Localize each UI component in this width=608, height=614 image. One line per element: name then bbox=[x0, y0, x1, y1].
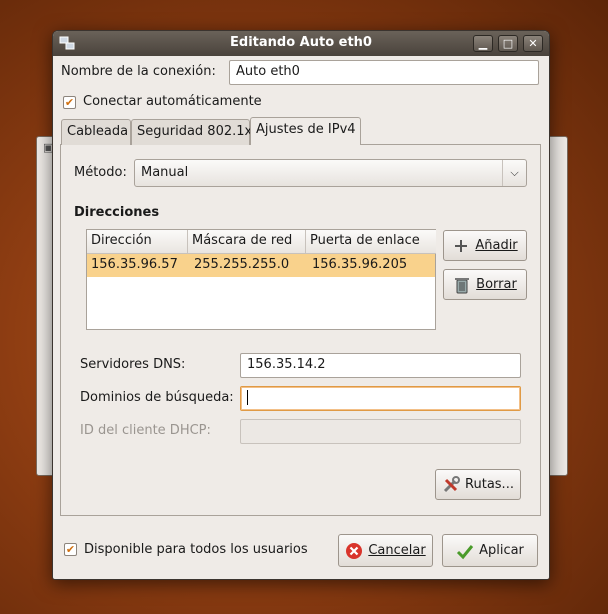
dns-servers-field[interactable]: 156.35.14.2 bbox=[240, 353, 521, 378]
ipv4-settings-panel bbox=[60, 144, 541, 516]
add-address-label: Añadir bbox=[475, 238, 518, 253]
connection-name-label: Nombre de la conexión: bbox=[61, 64, 216, 79]
minimize-button[interactable]: ▁ bbox=[473, 35, 493, 52]
cell-netmask: 255.255.255.0 bbox=[194, 257, 290, 272]
cancel-label: Cancelar bbox=[368, 543, 426, 558]
add-address-button[interactable]: Añadir bbox=[443, 230, 527, 261]
cancel-button[interactable]: Cancelar bbox=[338, 534, 433, 567]
dhcp-client-id-label: ID del cliente DHCP: bbox=[80, 423, 211, 438]
search-domains-field[interactable] bbox=[240, 386, 521, 411]
addresses-heading: Direcciones bbox=[74, 205, 160, 220]
addresses-table[interactable]: Dirección Máscara de red Puerta de enlac… bbox=[86, 229, 436, 330]
text-cursor bbox=[247, 390, 248, 405]
column-header-netmask[interactable]: Máscara de red bbox=[188, 230, 306, 254]
tab-wired[interactable]: Cableada bbox=[61, 119, 131, 145]
method-select[interactable]: Manual ⌵ bbox=[134, 159, 527, 187]
cell-address: 156.35.96.57 bbox=[91, 257, 178, 272]
method-value: Manual bbox=[141, 165, 189, 180]
dns-servers-label: Servidores DNS: bbox=[80, 357, 186, 372]
delete-address-label: Borrar bbox=[476, 277, 517, 292]
cell-gateway: 156.35.96.205 bbox=[312, 257, 408, 272]
title-bar[interactable]: Editando Auto eth0 ▁ □ ✕ bbox=[53, 31, 549, 56]
routes-label: Rutas... bbox=[465, 477, 514, 492]
search-domains-label: Dominios de búsqueda: bbox=[80, 390, 234, 405]
auto-connect-checkbox[interactable]: ✔ bbox=[63, 96, 76, 109]
maximize-button[interactable]: □ bbox=[498, 35, 518, 52]
table-row[interactable]: 156.35.96.57 255.255.255.0 156.35.96.205 bbox=[87, 254, 435, 277]
delete-address-button[interactable]: Borrar bbox=[443, 269, 527, 300]
routes-button[interactable]: Rutas... bbox=[435, 469, 521, 500]
add-icon bbox=[452, 237, 470, 255]
cancel-icon bbox=[345, 542, 363, 560]
trash-icon bbox=[453, 276, 471, 294]
all-users-label: Disponible para todos los usuarios bbox=[84, 542, 308, 557]
column-header-gateway[interactable]: Puerta de enlace bbox=[306, 230, 436, 254]
method-label: Método: bbox=[74, 165, 127, 180]
apply-button[interactable]: Aplicar bbox=[442, 534, 538, 567]
chevron-down-icon: ⌵ bbox=[502, 160, 526, 186]
close-button[interactable]: ✕ bbox=[523, 35, 543, 52]
auto-connect-label: Conectar automáticamente bbox=[83, 94, 262, 109]
tab-ipv4-settings[interactable]: Ajustes de IPv4 bbox=[250, 117, 361, 145]
checkmark-icon bbox=[456, 542, 474, 560]
apply-label: Aplicar bbox=[479, 543, 524, 558]
dhcp-client-id-field bbox=[240, 419, 521, 444]
column-header-address[interactable]: Dirección bbox=[87, 230, 188, 254]
tools-icon bbox=[442, 475, 461, 494]
all-users-checkbox[interactable]: ✔ bbox=[64, 543, 77, 556]
connection-name-field[interactable]: Auto eth0 bbox=[229, 60, 539, 85]
tab-security-8021x[interactable]: Seguridad 802.1x bbox=[131, 119, 252, 145]
